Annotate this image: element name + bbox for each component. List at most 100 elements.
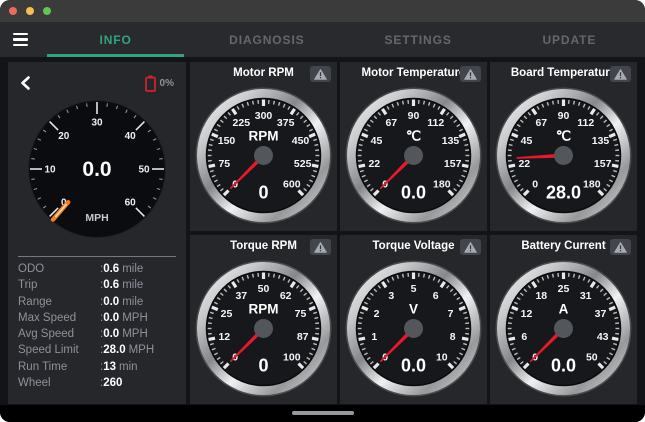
svg-text:0: 0 [532, 178, 538, 190]
divider [18, 256, 176, 257]
window-titlebar [0, 0, 645, 22]
svg-text:45: 45 [521, 135, 533, 147]
svg-text:450: 450 [292, 135, 310, 147]
gauge-dial: 022 4567 90 112 135 157 180 ℃ 28.0 [495, 87, 632, 224]
svg-text:RPM: RPM [249, 129, 279, 144]
warning-icon [314, 68, 327, 80]
tab-update[interactable]: UPDATE [494, 22, 645, 57]
svg-text:A: A [559, 302, 569, 317]
warning-indicator[interactable] [610, 66, 631, 82]
tab-list: INFO DIAGNOSIS SETTINGS UPDATE [40, 22, 645, 57]
warning-icon [614, 68, 627, 80]
tab-label: INFO [99, 32, 132, 47]
gauge-card-motor-temperature: Motor Temperature022456790112135157180℃0… [340, 62, 487, 231]
tab-bar: INFO DIAGNOSIS SETTINGS UPDATE [0, 22, 645, 57]
stat-value-group: :0.0 MPH [100, 326, 148, 342]
svg-text:180: 180 [433, 178, 451, 190]
stat-label: Range [18, 295, 52, 308]
tab-diagnosis[interactable]: DIAGNOSIS [191, 22, 342, 57]
svg-text:22: 22 [518, 158, 530, 170]
stat-label: Max Speed [18, 311, 77, 324]
back-button[interactable] [20, 75, 31, 91]
stat-value: 0.0 [103, 295, 120, 308]
app-window: INFO DIAGNOSIS SETTINGS UPDATE 0% 0 10 20 30 [0, 0, 645, 422]
svg-text:150: 150 [218, 135, 236, 147]
svg-text:525: 525 [294, 158, 312, 170]
svg-text:3: 3 [388, 290, 394, 302]
svg-text:75: 75 [295, 308, 307, 320]
stat-row-avg-speed: Avg Speed:0.0 MPH [18, 326, 176, 342]
warning-icon [464, 68, 477, 80]
svg-text:225: 225 [233, 117, 251, 129]
svg-text:67: 67 [535, 117, 547, 129]
svg-text:30: 30 [91, 117, 103, 128]
gauge-grid: Motor RPM075150225300375450525600RPM0Mot… [190, 62, 637, 404]
svg-text:V: V [409, 302, 418, 317]
stat-row-range: Range :0.0 mile [18, 294, 176, 310]
stat-unit: min [119, 360, 138, 373]
stat-value-group: :13 min [100, 359, 138, 375]
stat-unit: mile [122, 295, 144, 308]
svg-text:10: 10 [44, 164, 56, 175]
warning-indicator[interactable] [310, 66, 331, 82]
chevron-left-icon [21, 76, 30, 90]
svg-text:43: 43 [597, 331, 609, 343]
stat-value: 28.0 [103, 344, 126, 357]
stat-value: 260 [103, 377, 123, 390]
window-minimize-button[interactable] [26, 7, 34, 15]
gauge-card-torque-voltage: Torque Voltage0123567810V0.0 [340, 235, 487, 404]
svg-text:62: 62 [280, 290, 292, 302]
svg-text:0.0: 0.0 [82, 158, 111, 181]
svg-text:12: 12 [218, 331, 230, 343]
gauge-card-motor-rpm: Motor RPM075150225300375450525600RPM0 [190, 62, 337, 231]
warning-indicator[interactable] [310, 239, 331, 255]
svg-text:37: 37 [235, 290, 247, 302]
svg-text:0.0: 0.0 [551, 356, 576, 376]
speedometer-dial: 01020304050600.0MPH [28, 100, 166, 238]
window-maximize-button[interactable] [43, 7, 51, 15]
warning-indicator[interactable] [610, 239, 631, 255]
stat-value-group: :0.0 mile [100, 294, 143, 310]
stat-label: Trip [18, 279, 38, 292]
gauge-dial: 022456790112135157180℃0.0 [345, 87, 482, 224]
svg-text:0: 0 [258, 183, 268, 203]
warning-icon [464, 241, 477, 253]
svg-text:28.0: 28.0 [546, 183, 581, 203]
stat-label: Run Time [18, 360, 68, 373]
tab-info[interactable]: INFO [40, 22, 191, 57]
svg-text:135: 135 [592, 135, 610, 147]
gauge-card-torque-rpm: Torque RPM012253750627587100RPM0 [190, 235, 337, 404]
svg-text:MPH: MPH [85, 212, 108, 224]
svg-text:25: 25 [558, 283, 570, 295]
hamburger-icon [12, 38, 28, 41]
svg-text:31: 31 [580, 290, 592, 302]
svg-text:157: 157 [594, 158, 612, 170]
warning-indicator[interactable] [460, 66, 481, 82]
window-close-button[interactable] [9, 7, 17, 15]
svg-text:90: 90 [558, 110, 570, 122]
svg-text:5: 5 [411, 283, 417, 295]
stat-value-group: :0.0 MPH [100, 310, 148, 326]
gauge-card-board-temperature: Board Temperature 0 22 45 67 90 112 135 157 180 ℃ 2… [490, 62, 637, 231]
tab-label: DIAGNOSIS [229, 32, 305, 47]
stat-unit: MPH [122, 311, 148, 324]
tab-settings[interactable]: SETTINGS [343, 22, 494, 57]
tab-label: SETTINGS [384, 32, 452, 47]
home-indicator[interactable] [291, 411, 354, 415]
svg-text:375: 375 [277, 117, 295, 129]
stat-unit: mile [122, 279, 144, 292]
stat-value-group: :0.6 mile [100, 277, 143, 293]
svg-text:6: 6 [433, 290, 439, 302]
stat-row-run-time: Run Time :13 min [18, 359, 176, 375]
hamburger-menu-button[interactable] [0, 22, 40, 57]
warning-indicator[interactable] [460, 239, 481, 255]
stat-value: 0.6 [103, 279, 120, 292]
svg-text:180: 180 [583, 178, 601, 190]
svg-text:6: 6 [521, 331, 527, 343]
gauge-card-battery-current: Battery Current0612182531374350A0.0 [490, 235, 637, 404]
stat-value: 0.6 [103, 263, 120, 275]
svg-text:40: 40 [125, 131, 137, 142]
svg-text:12: 12 [521, 308, 533, 320]
svg-text:112: 112 [577, 117, 594, 129]
svg-text:157: 157 [444, 158, 462, 170]
